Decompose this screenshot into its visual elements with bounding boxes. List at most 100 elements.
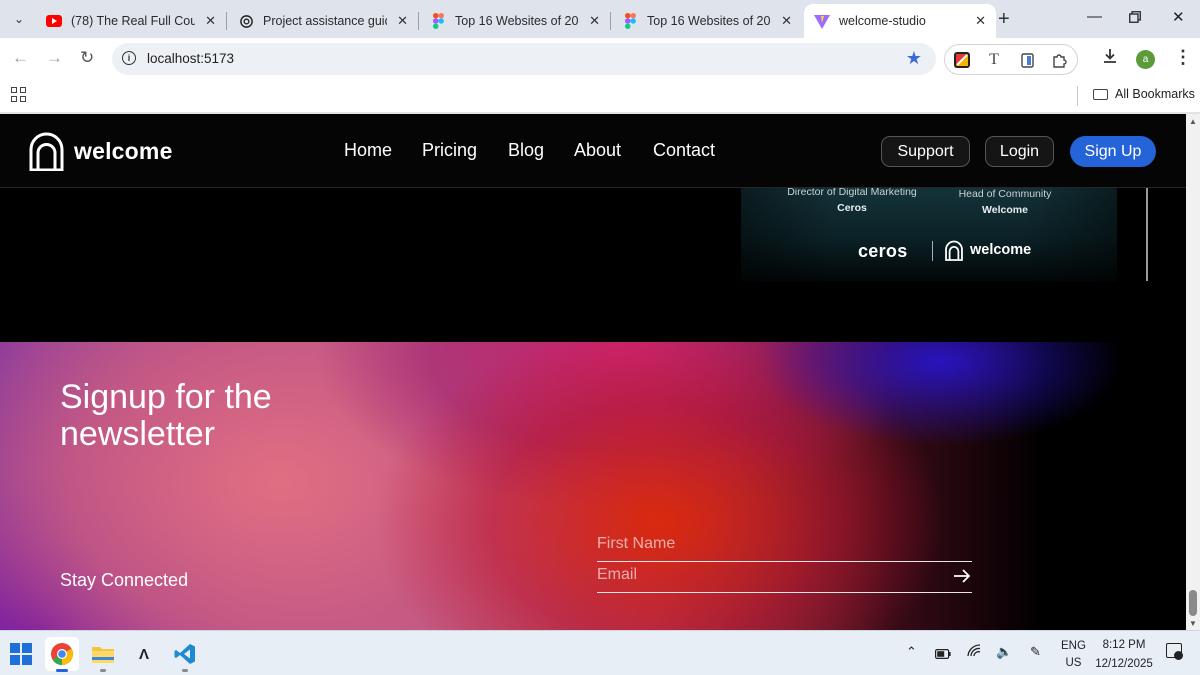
notification-badge (1174, 651, 1183, 660)
site-header: welcome Home Pricing Blog About Contact … (0, 114, 1186, 188)
clock-time: 8:12 PM (1102, 639, 1146, 651)
bookmark-star-icon[interactable]: ★ (906, 48, 922, 69)
vscode-icon[interactable] (168, 637, 202, 672)
nav-pricing[interactable]: Pricing (422, 140, 477, 161)
close-tab-icon[interactable]: ✕ (397, 13, 408, 29)
tab-separator (418, 12, 419, 30)
windows-start-icon[interactable] (4, 637, 38, 671)
testimonial-card: Director of Digital Marketing Ceros Head… (741, 174, 1117, 282)
windows-taskbar: Λ ⌃ 🔈 ✎ ENG US 8:12 PM 12/12/2025 (0, 630, 1200, 675)
nav-blog[interactable]: Blog (508, 140, 544, 161)
login-button[interactable]: Login (985, 136, 1054, 167)
ceros-logo: ceros (858, 241, 908, 261)
browser-menu-icon[interactable]: ⋮ (1174, 47, 1192, 68)
logo-divider (932, 241, 933, 261)
support-button[interactable]: Support (881, 136, 970, 167)
running-app-indicator (100, 669, 106, 672)
chrome-icon[interactable] (45, 637, 79, 672)
browser-tab[interactable]: (78) The Real Full Course ✕ (36, 4, 226, 38)
minimize-window-icon[interactable]: — (1087, 8, 1102, 25)
chevron-up-icon[interactable]: ⌃ (906, 644, 917, 660)
newsletter-section: Signup for the newsletter Stay Connected (0, 342, 1186, 630)
tab-title: welcome-studio (839, 14, 926, 28)
vite-icon (814, 13, 830, 29)
browser-tab[interactable]: Project assistance guidance ✕ (228, 4, 418, 38)
nav-contact[interactable]: Contact (653, 140, 715, 161)
page-viewport: welcome Home Pricing Blog About Contact … (0, 114, 1186, 630)
author-role: Head of Community (958, 188, 1052, 200)
clipboard-extension-icon[interactable] (1018, 51, 1036, 69)
browser-tab[interactable]: Top 16 Websites of 2024 ✕ (420, 4, 610, 38)
tab-separator (610, 12, 611, 30)
nav-home[interactable]: Home (344, 140, 392, 161)
browser-tab[interactable]: Top 16 Websites of 2024 ✕ (612, 4, 802, 38)
active-app-indicator (56, 669, 68, 672)
browser-tab-active[interactable]: welcome-studio ✕ (804, 4, 996, 38)
welcome-logo-icon[interactable] (29, 132, 64, 171)
first-name-field[interactable] (597, 533, 972, 562)
site-info-icon[interactable]: i (122, 51, 136, 65)
figma-icon (430, 13, 446, 29)
clock-date: 12/12/2025 (1095, 658, 1153, 670)
tab-title: (78) The Real Full Course (71, 14, 195, 28)
tab-title: Top 16 Websites of 2024 (647, 14, 771, 28)
email-input[interactable] (597, 564, 947, 586)
extensions-group: T (944, 44, 1078, 75)
battery-icon[interactable] (935, 647, 951, 662)
browser-tab-strip: ⌄ (78) The Real Full Course ✕ Project as… (0, 0, 1200, 38)
browser-toolbar: ← → ↻ i localhost:5173 ★ T a ⋮ (0, 38, 1200, 80)
profile-avatar[interactable]: a (1136, 50, 1155, 69)
close-tab-icon[interactable]: ✕ (205, 13, 216, 29)
wifi-icon[interactable] (967, 644, 982, 660)
url-text[interactable]: localhost:5173 (147, 51, 234, 66)
close-tab-icon[interactable]: ✕ (589, 13, 600, 29)
puzzle-extensions-icon[interactable] (1051, 51, 1069, 69)
app-a-icon[interactable]: Λ (127, 637, 161, 671)
system-clock[interactable]: 8:12 PM 12/12/2025 (1093, 636, 1155, 674)
chatgpt-icon (238, 13, 254, 29)
signup-button[interactable]: Sign Up (1070, 136, 1156, 167)
author-company: Ceros (837, 202, 867, 214)
nav-about[interactable]: About (574, 140, 621, 161)
address-bar[interactable]: i localhost:5173 ★ (112, 43, 936, 75)
author-company: Welcome (982, 204, 1028, 216)
pen-icon[interactable]: ✎ (1030, 644, 1041, 660)
new-tab-button[interactable]: + (998, 8, 1010, 31)
youtube-icon (46, 13, 62, 29)
download-icon[interactable] (1102, 48, 1118, 69)
close-tab-icon[interactable]: ✕ (781, 13, 792, 29)
testimonial-author-2: Head of Community Welcome (939, 186, 1071, 218)
reload-icon[interactable]: ↻ (80, 48, 94, 68)
color-picker-extension-icon[interactable] (953, 51, 971, 69)
forward-arrow-icon[interactable]: → (46, 48, 63, 68)
back-arrow-icon[interactable]: ← (12, 48, 29, 68)
tab-search-chevron-icon[interactable]: ⌄ (6, 6, 32, 32)
file-explorer-icon[interactable] (86, 637, 120, 672)
tab-title: Top 16 Websites of 2024 (455, 14, 579, 28)
volume-icon[interactable]: 🔈 (996, 644, 1012, 660)
page-scrollbar[interactable]: ▲ ▼ (1186, 114, 1200, 630)
figma-icon (622, 13, 638, 29)
close-tab-icon[interactable]: ✕ (975, 13, 986, 29)
close-window-icon[interactable]: ✕ (1172, 8, 1185, 26)
bookmarks-separator (1077, 86, 1078, 106)
font-extension-icon[interactable]: T (985, 51, 1003, 69)
newsletter-title: Signup for the newsletter (60, 378, 272, 453)
logo-text[interactable]: welcome (74, 138, 173, 165)
scrollbar-thumb[interactable] (1189, 590, 1197, 616)
submit-arrow-icon[interactable] (953, 569, 971, 583)
language-code: ENG (1061, 640, 1086, 652)
welcome-logo-text: welcome (970, 242, 1032, 258)
email-field[interactable] (597, 564, 947, 592)
carousel-divider (1146, 188, 1148, 281)
all-bookmarks-link[interactable]: All Bookmarks (1115, 87, 1195, 101)
first-name-input[interactable] (597, 533, 972, 555)
restore-window-icon[interactable] (1129, 10, 1141, 27)
scroll-down-arrow-icon[interactable]: ▼ (1189, 619, 1197, 628)
apps-grid-icon[interactable] (11, 87, 26, 102)
scroll-up-arrow-icon[interactable]: ▲ (1189, 117, 1197, 126)
region-code: US (1065, 657, 1082, 669)
bookmarks-bar: All Bookmarks (0, 80, 1200, 113)
language-indicator[interactable]: ENG US (1061, 638, 1086, 672)
folder-icon[interactable] (1093, 89, 1108, 100)
